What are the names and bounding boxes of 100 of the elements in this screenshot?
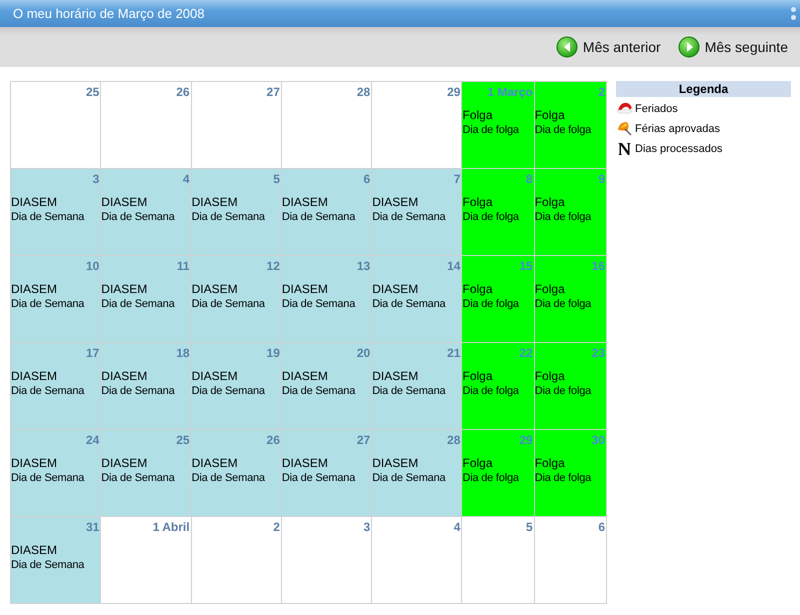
next-month-link[interactable]: Mês seguinte [678, 36, 788, 58]
shift-description: Dia de Semana [11, 298, 86, 310]
day-cell[interactable]: 16 Folga Dia de folga [534, 256, 606, 342]
shift-code: DIASEM [282, 456, 329, 470]
day-cell[interactable]: 22 Folga Dia de folga [462, 342, 534, 430]
day-cell[interactable]: 18 DIASEM Dia de Semana [100, 342, 192, 430]
day-cell[interactable]: 31 DIASEM Dia de Semana [10, 516, 101, 604]
day-cell[interactable]: 5 DIASEM Dia de Semana [191, 168, 282, 256]
day-cell[interactable]: 13 DIASEM Dia de Semana [281, 256, 372, 342]
day-number: 21 [446, 345, 462, 361]
shift-code: DIASEM [11, 456, 58, 470]
day-cell[interactable]: 27 DIASEM Dia de Semana [281, 430, 372, 516]
day-cell[interactable]: 11 DIASEM Dia de Semana [100, 256, 192, 342]
day-cell[interactable]: 21 DIASEM Dia de Semana [372, 342, 462, 430]
day-cell[interactable]: 29 Folga Dia de folga [462, 430, 534, 516]
shift-description: Dia de Semana [372, 385, 447, 397]
day-cell[interactable]: 20 DIASEM Dia de Semana [281, 342, 372, 430]
shift-description: Dia de folga [462, 472, 520, 484]
legend-label: Dias processados [635, 142, 722, 154]
shift-code: Folga [534, 108, 566, 122]
shift-code: DIASEM [101, 456, 148, 470]
day-number: 11 [176, 258, 191, 274]
day-cell[interactable]: 23 Folga Dia de folga [534, 342, 606, 430]
shift-code: Folga [462, 282, 494, 296]
shift-code: DIASEM [282, 369, 329, 383]
day-cell[interactable]: 2 [191, 516, 282, 604]
shift-code: Folga [534, 282, 566, 296]
day-cell[interactable]: 10 DIASEM Dia de Semana [10, 256, 101, 342]
day-cell[interactable]: 2 Folga Dia de folga [534, 82, 606, 168]
day-cell[interactable]: 25 DIASEM Dia de Semana [100, 430, 192, 516]
window-title: O meu horário de Março de 2008 [13, 6, 204, 21]
day-cell[interactable]: 1 Abril [100, 516, 192, 604]
day-cell[interactable]: 3 DIASEM Dia de Semana [10, 168, 101, 256]
day-number: 4 [452, 519, 462, 535]
shift-code: Folga [462, 456, 494, 470]
day-number: 2 [597, 84, 606, 100]
day-number: 16 [590, 258, 606, 274]
day-cell[interactable]: 12 DIASEM Dia de Semana [191, 256, 282, 342]
day-cell[interactable]: 26 DIASEM Dia de Semana [191, 430, 282, 516]
shift-description: Dia de Semana [192, 211, 266, 223]
shift-description: Dia de Semana [101, 298, 176, 310]
day-cell[interactable]: 4 DIASEM Dia de Semana [100, 168, 192, 256]
day-cell[interactable]: 1 Março Folga Dia de folga [462, 82, 534, 168]
day-cell[interactable]: 6 DIASEM Dia de Semana [281, 168, 372, 256]
day-cell[interactable]: 3 [281, 516, 372, 604]
shift-description: Dia de Semana [282, 211, 356, 223]
day-cell[interactable]: 6 [534, 516, 606, 604]
day-cell[interactable]: 14 DIASEM Dia de Semana [372, 256, 462, 342]
day-cell[interactable]: 17 DIASEM Dia de Semana [10, 342, 101, 430]
shift-code: Folga [534, 369, 566, 383]
shift-description: Dia de folga [534, 472, 592, 484]
shift-description: Dia de Semana [192, 472, 266, 484]
shift-code: DIASEM [192, 456, 239, 470]
grip-icon[interactable] [791, 7, 796, 20]
day-cell[interactable]: 24 DIASEM Dia de Semana [10, 430, 101, 516]
shift-code: DIASEM [101, 369, 148, 383]
day-cell[interactable]: 25 [10, 82, 101, 168]
day-number: 23 [590, 345, 606, 361]
day-cell[interactable]: 8 Folga Dia de folga [462, 168, 534, 256]
shift-description: Dia de Semana [11, 472, 86, 484]
shift-code: Folga [534, 195, 566, 209]
day-cell[interactable]: 28 DIASEM Dia de Semana [372, 430, 462, 516]
day-number: 1 Março [486, 84, 534, 100]
shift-description: Dia de folga [462, 298, 520, 310]
shift-description: Dia de Semana [282, 298, 356, 310]
serif-n-icon [616, 140, 633, 157]
day-number: 30 [590, 432, 606, 448]
day-number: 6 [597, 519, 606, 535]
day-cell[interactable]: 27 [191, 82, 282, 168]
day-cell[interactable]: 7 DIASEM Dia de Semana [372, 168, 462, 256]
day-number: 29 [446, 84, 462, 100]
day-cell[interactable]: 28 [281, 82, 372, 168]
day-number: 19 [266, 345, 281, 361]
day-number: 15 [518, 258, 534, 274]
shift-description: Dia de Semana [11, 385, 86, 397]
day-cell[interactable]: 4 [372, 516, 462, 604]
shift-code: DIASEM [101, 195, 148, 209]
previous-month-link[interactable]: Mês anterior [556, 36, 661, 58]
legend-label: Feriados [635, 102, 678, 114]
shift-description: Dia de Semana [11, 211, 86, 223]
day-number: 17 [84, 345, 100, 361]
shift-description: Dia de folga [534, 211, 592, 223]
day-cell[interactable]: 30 Folga Dia de folga [534, 430, 606, 516]
shift-description: Dia de folga [534, 385, 592, 397]
day-cell[interactable]: 5 [462, 516, 534, 604]
shift-description: Dia de Semana [192, 385, 266, 397]
shift-code: DIASEM [372, 369, 420, 383]
day-number: 31 [84, 519, 100, 535]
day-cell[interactable]: 29 [372, 82, 462, 168]
shift-description: Dia de Semana [282, 385, 356, 397]
day-number: 7 [452, 171, 462, 187]
day-number: 29 [518, 432, 534, 448]
day-cell[interactable]: 15 Folga Dia de folga [462, 256, 534, 342]
day-cell[interactable]: 19 DIASEM Dia de Semana [191, 342, 282, 430]
shift-code: DIASEM [372, 456, 420, 470]
day-cell[interactable]: 26 [100, 82, 192, 168]
day-cell[interactable]: 9 Folga Dia de folga [534, 168, 606, 256]
day-number: 27 [266, 84, 281, 100]
day-number: 1 Abril [152, 519, 191, 535]
day-number: 20 [356, 345, 372, 361]
